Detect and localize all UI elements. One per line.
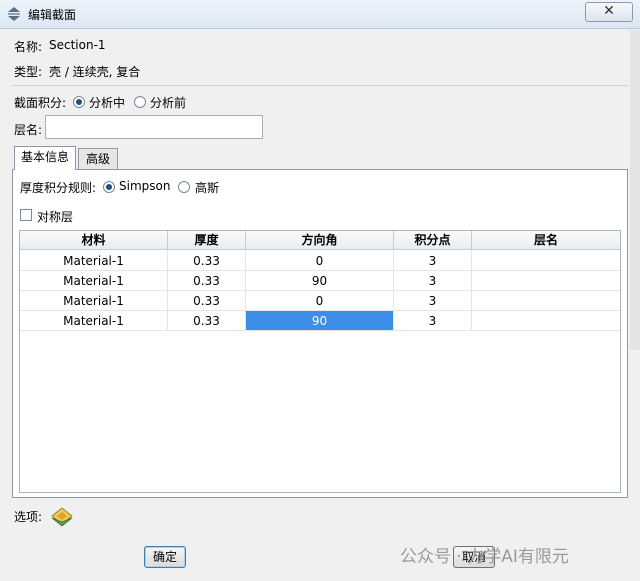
- tab-advanced[interactable]: 高级: [78, 148, 118, 170]
- title-bar: 编辑截面 ✕: [0, 0, 640, 29]
- table-cell-orientation[interactable]: 0: [246, 291, 394, 311]
- thickness-rule-label: 厚度积分规则:: [20, 181, 97, 195]
- table-cell-thickness[interactable]: 0.33: [168, 291, 246, 311]
- layup-table[interactable]: 材料 厚度 方向角 积分点 层名 Material-1 0.33 0 3 Mat…: [19, 230, 621, 493]
- scrollbar[interactable]: [630, 30, 640, 350]
- radio-gauss-label[interactable]: 高斯: [195, 179, 219, 196]
- table-cell-thickness[interactable]: 0.33: [168, 251, 246, 271]
- radio-simpson[interactable]: [103, 181, 115, 193]
- table-cell-material[interactable]: Material-1: [20, 251, 168, 271]
- close-icon: ✕: [603, 3, 615, 19]
- type-label: 类型:: [14, 65, 43, 79]
- section-edit-icon: [8, 7, 20, 21]
- window-title: 编辑截面: [28, 8, 77, 22]
- layup-name-input[interactable]: [45, 115, 263, 139]
- table-cell-orientation[interactable]: 90: [246, 271, 394, 291]
- radio-simpson-label[interactable]: Simpson: [119, 179, 170, 193]
- table-cell-thickness[interactable]: 0.33: [168, 271, 246, 291]
- table-cell-material[interactable]: Material-1: [20, 271, 168, 291]
- name-label: 名称:: [14, 40, 43, 54]
- table-cell-material[interactable]: Material-1: [20, 311, 168, 331]
- ok-button[interactable]: 确定: [144, 546, 186, 568]
- table-cell-orientation[interactable]: 0: [246, 251, 394, 271]
- table-cell-ply-name[interactable]: [472, 251, 620, 271]
- radio-before-analysis-label[interactable]: 分析前: [150, 94, 186, 111]
- table-cell-integration-points[interactable]: 3: [394, 251, 472, 271]
- table-cell-integration-points[interactable]: 3: [394, 311, 472, 331]
- layer-options-icon[interactable]: [50, 506, 74, 530]
- radio-before-analysis[interactable]: [134, 96, 146, 108]
- integration-label: 截面积分:: [14, 96, 67, 110]
- separator: [12, 85, 628, 86]
- table-cell-thickness[interactable]: 0.33: [168, 311, 246, 331]
- column-header-ply-name[interactable]: 层名: [472, 231, 620, 250]
- table-cell-ply-name[interactable]: [472, 271, 620, 291]
- table-cell-integration-points[interactable]: 3: [394, 291, 472, 311]
- table-cell-integration-points[interactable]: 3: [394, 271, 472, 291]
- name-value: Section-1: [49, 38, 106, 52]
- column-header-integration-points[interactable]: 积分点: [394, 231, 472, 250]
- layup-name-label: 层名:: [14, 123, 43, 137]
- column-header-material[interactable]: 材料: [20, 231, 168, 250]
- options-label: 选项:: [14, 510, 43, 524]
- type-value: 壳 / 连续壳, 复合: [49, 65, 141, 79]
- radio-during-analysis-label[interactable]: 分析中: [89, 94, 125, 111]
- radio-gauss[interactable]: [178, 181, 190, 193]
- symmetric-label[interactable]: 对称层: [37, 208, 73, 225]
- tab-basic-info[interactable]: 基本信息: [14, 146, 76, 170]
- table-cell-material[interactable]: Material-1: [20, 291, 168, 311]
- column-header-orientation[interactable]: 方向角: [246, 231, 394, 250]
- table-cell-ply-name[interactable]: [472, 311, 620, 331]
- watermark: 公众号 · 力学AI有限元: [400, 547, 569, 567]
- close-button[interactable]: ✕: [585, 2, 633, 22]
- symmetric-checkbox[interactable]: [20, 209, 32, 221]
- radio-during-analysis[interactable]: [73, 96, 85, 108]
- table-cell-orientation-selected[interactable]: 90: [246, 311, 394, 331]
- column-header-thickness[interactable]: 厚度: [168, 231, 246, 250]
- table-cell-ply-name[interactable]: [472, 291, 620, 311]
